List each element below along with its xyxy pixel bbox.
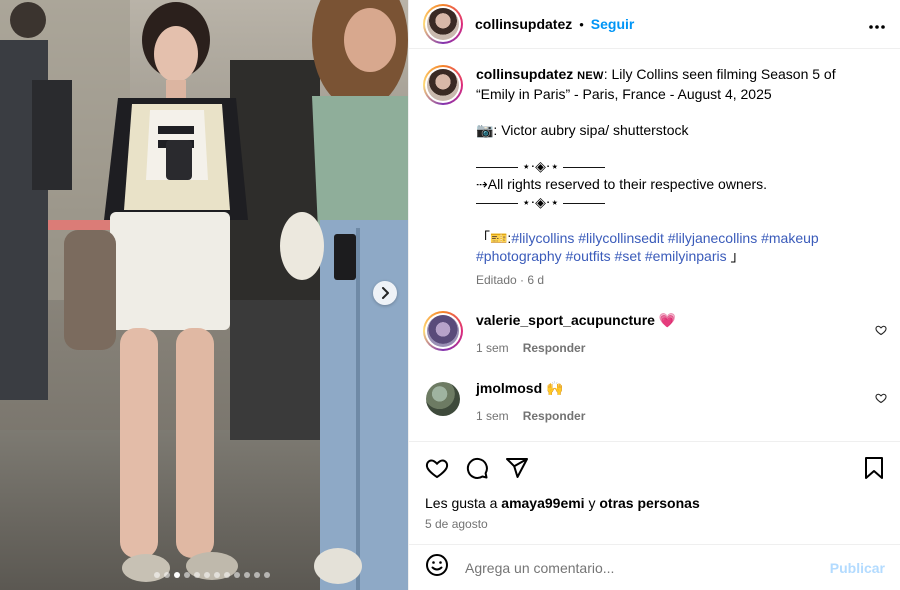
reply-button[interactable]: Responder: [523, 409, 586, 423]
comment-text: 🙌: [546, 380, 564, 396]
comment-like-button[interactable]: [875, 391, 887, 409]
tags-close: 」: [726, 248, 745, 264]
likes-summary: Les gusta a amaya99emi y otras personas: [425, 495, 885, 511]
comment-icon: [466, 457, 488, 479]
heart-icon: [425, 459, 449, 479]
tags-open: 「🎫:: [476, 230, 512, 246]
carousel-dot: [164, 572, 170, 578]
caption-avatar[interactable]: [423, 65, 463, 105]
caption-divider-top: ——— ⋆⋅◈⋅⋆ ———: [476, 158, 605, 174]
comment-item: valerie_sport_acupuncture 💗 1 sem Respond…: [423, 311, 887, 357]
chevron-right-icon: [382, 287, 389, 299]
new-badge: NEW: [577, 70, 604, 82]
carousel-dot: [264, 572, 270, 578]
commenter-avatar[interactable]: [423, 311, 463, 351]
comment-username[interactable]: valerie_sport_acupuncture: [476, 312, 655, 328]
more-icon: [869, 24, 885, 29]
photo-scene: [0, 0, 408, 590]
comment-button[interactable]: [465, 456, 489, 485]
add-comment-bar: Publicar: [409, 544, 900, 590]
hashtags[interactable]: #lilycollins #lilycollinsedit #lilyjanec…: [476, 230, 823, 264]
post-photo[interactable]: [0, 0, 408, 590]
carousel-dot: [174, 572, 180, 578]
comments-scroll[interactable]: collinsupdatez NEW: Lily Collins seen fi…: [409, 49, 900, 441]
carousel-dot: [154, 572, 160, 578]
caption-credit: 📷: Victor aubry sipa/ shutterstock: [476, 122, 689, 138]
carousel-dot: [234, 572, 240, 578]
like-button[interactable]: [425, 456, 449, 485]
post-modal: collinsupdatez • Seguir collinsupdatez N…: [0, 0, 900, 590]
post-side-panel: collinsupdatez • Seguir collinsupdatez N…: [408, 0, 900, 590]
share-button[interactable]: [505, 456, 529, 485]
author-avatar[interactable]: [423, 4, 463, 44]
header-separator: •: [579, 16, 584, 32]
post-actions: Les gusta a amaya99emi y otras personas …: [409, 441, 900, 544]
carousel-dot: [214, 572, 220, 578]
comment-time: 1 sem: [476, 409, 509, 423]
carousel-dot: [184, 572, 190, 578]
caption-edited: Editado · 6 d: [476, 273, 545, 287]
post-header: collinsupdatez • Seguir: [409, 0, 900, 49]
reply-button[interactable]: Responder: [523, 341, 586, 355]
carousel-dot: [204, 572, 210, 578]
carousel-dot: [244, 572, 250, 578]
post-date[interactable]: 5 de agosto: [425, 517, 885, 531]
share-icon: [506, 458, 528, 478]
commenter-avatar[interactable]: [426, 382, 460, 416]
heart-icon: [875, 325, 887, 336]
comment-input[interactable]: [465, 559, 830, 576]
caption-block: collinsupdatez NEW: Lily Collins seen fi…: [423, 65, 887, 289]
next-image-button[interactable]: [373, 281, 397, 305]
comment-username[interactable]: jmolmosd: [476, 380, 542, 396]
carousel-dots: [0, 572, 408, 578]
liker-username[interactable]: amaya99emi: [501, 495, 584, 511]
carousel-dot: [254, 572, 260, 578]
author-username[interactable]: collinsupdatez: [475, 16, 572, 32]
comment-body: valerie_sport_acupuncture 💗 1 sem Respond…: [476, 311, 856, 357]
bookmark-icon: [865, 457, 883, 479]
comment-text: 💗: [658, 312, 677, 328]
likes-others-link[interactable]: otras personas: [599, 495, 699, 511]
caption-username[interactable]: collinsupdatez: [476, 66, 573, 82]
emoji-button[interactable]: [425, 553, 449, 582]
caption-rights: ⇢All rights reserved to their respective…: [476, 176, 768, 192]
comment-time: 1 sem: [476, 341, 509, 355]
carousel-dot: [194, 572, 200, 578]
more-options-button[interactable]: [868, 14, 886, 35]
publish-button[interactable]: Publicar: [830, 560, 885, 576]
comment-body: jmolmosd 🙌 1 sem Responder: [476, 379, 856, 425]
likes-middle: y: [584, 495, 600, 511]
emoji-icon: [426, 554, 448, 576]
comment-like-button[interactable]: [875, 323, 887, 341]
heart-icon: [875, 393, 887, 404]
save-button[interactable]: [863, 456, 885, 485]
follow-button[interactable]: Seguir: [591, 16, 635, 32]
caption-text: collinsupdatez NEW: Lily Collins seen fi…: [476, 65, 876, 289]
likes-prefix: Les gusta a: [425, 495, 502, 511]
carousel-dot: [224, 572, 230, 578]
caption-divider-bottom: ——— ⋆⋅◈⋅⋆ ———: [476, 194, 605, 210]
comment-item: jmolmosd 🙌 1 sem Responder: [423, 379, 887, 425]
